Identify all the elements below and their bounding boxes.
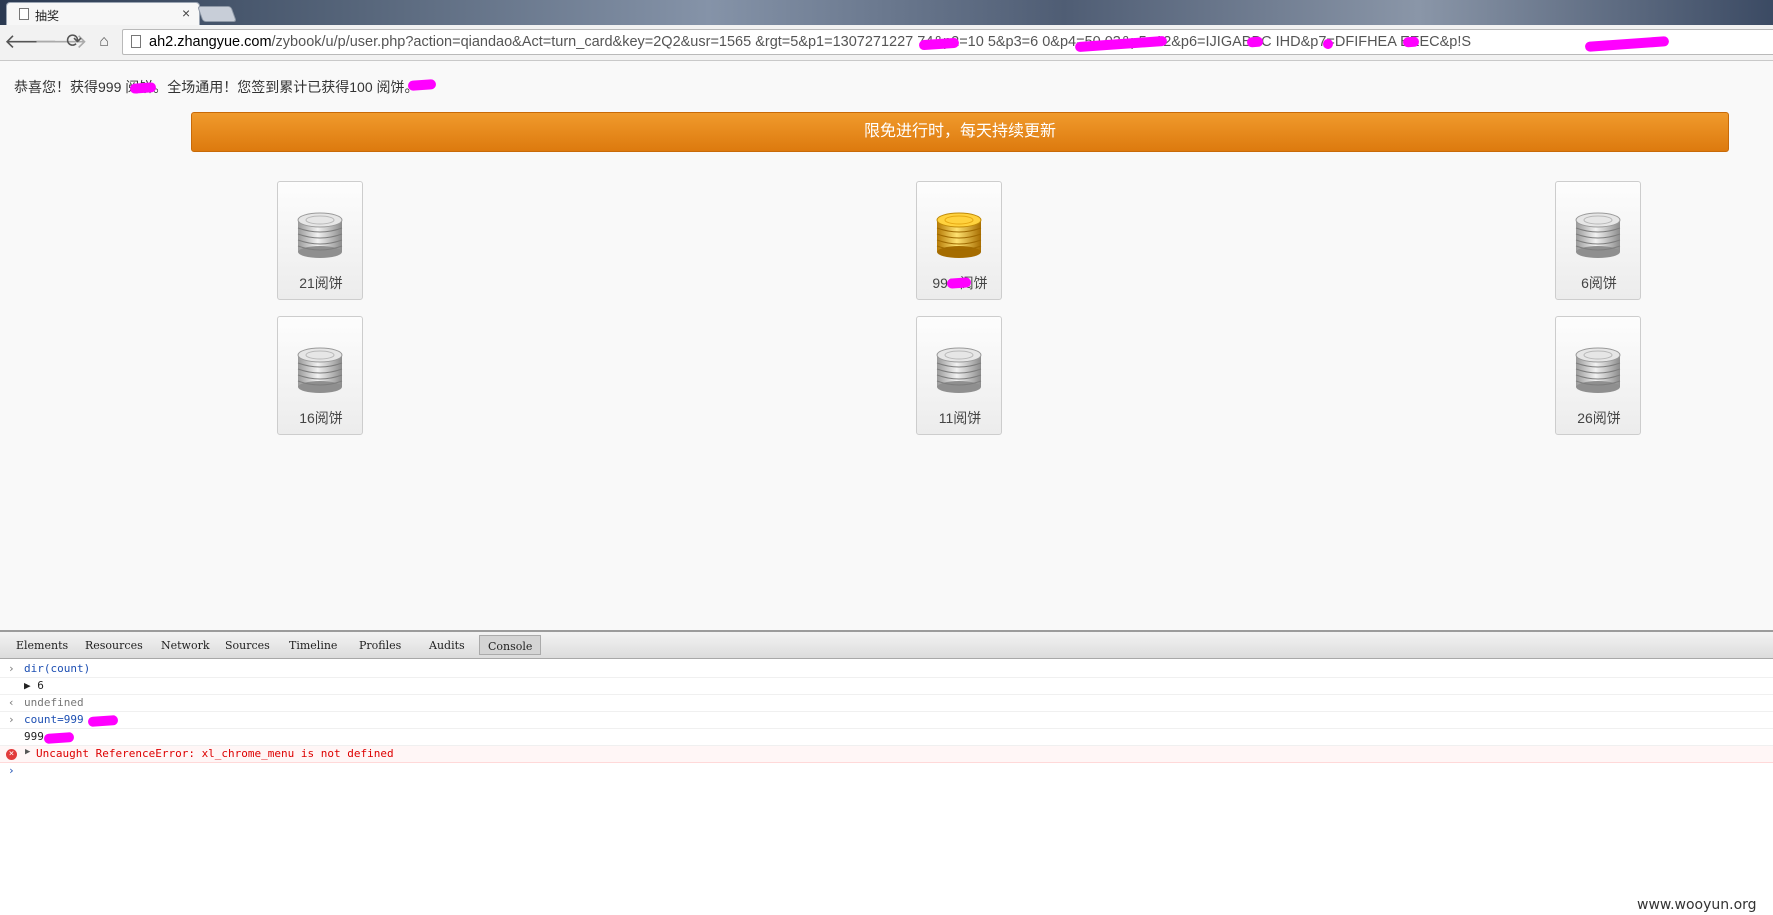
silver-coin-stack-icon [296, 210, 344, 260]
url-path: /zybook/u/p/user.php?action=qiandao&Act=… [271, 34, 1472, 50]
card-label: 26阅饼 [1577, 410, 1621, 426]
redaction-mark [1246, 36, 1264, 48]
console-error-line[interactable]: × ▶ Uncaught ReferenceError: xl_chrome_m… [0, 746, 1773, 763]
reward-card[interactable]: 26阅饼 [1555, 316, 1641, 435]
console-line: ‹ undefined [0, 695, 1773, 712]
url-host: ah2.zhangyue.com [149, 34, 272, 50]
reward-card[interactable]: 21阅饼 [277, 181, 363, 300]
console-text: count=999 [24, 713, 84, 726]
browser-tab[interactable]: 抽奖 × [6, 2, 200, 25]
tab-network[interactable]: Network [161, 639, 210, 652]
result-chevron: ‹ [8, 696, 15, 709]
console-text: undefined [24, 696, 84, 709]
tab-profiles[interactable]: Profiles [359, 639, 401, 652]
silver-coin-stack-icon [1574, 210, 1622, 260]
tab-timeline[interactable]: Timeline [289, 639, 337, 652]
redaction-mark [129, 82, 157, 94]
reward-message: 恭喜您！获得999 阅饼。全场通用！您签到累计已获得100 阅饼。 [14, 79, 419, 95]
tab-console[interactable]: Console [479, 635, 542, 655]
error-icon: × [6, 749, 17, 760]
home-icon[interactable]: ⌂ [92, 30, 116, 54]
page-content: 恭喜您！获得999 阅饼。全场通用！您签到累计已获得100 阅饼。 限免进行时，… [0, 61, 1773, 630]
url-text: ah2.zhangyue.com/zybook/u/p/user.php?act… [149, 34, 1471, 50]
silver-coin-stack-icon [296, 345, 344, 395]
forward-arrow-icon[interactable]: 🡒 [34, 30, 88, 54]
devtools-panel: Elements Resources Network Sources Timel… [0, 630, 1773, 915]
reward-card[interactable]: 999 阅饼 [916, 181, 1002, 300]
redaction-mark [1584, 36, 1670, 52]
gold-coin-stack-icon [935, 210, 983, 260]
console-line[interactable]: ▶ 6 [0, 678, 1773, 695]
expand-arrow-icon[interactable]: ▶ [25, 747, 30, 757]
silver-coin-stack-icon [935, 345, 983, 395]
card-label: 6阅饼 [1581, 275, 1617, 291]
devtools-tab-bar: Elements Resources Network Sources Timel… [0, 632, 1773, 659]
browser-tab-strip: 抽奖 × [0, 0, 1773, 25]
watermark: www.wooyun.org [1637, 897, 1757, 913]
console-text: 999 [24, 730, 44, 743]
console-text: dir(count) [24, 662, 91, 675]
reward-card[interactable]: 16阅饼 [277, 316, 363, 435]
browser-toolbar: 🡐 🡒 ⟳ ⌂ ah2.zhangyue.com/zybook/u/p/user… [0, 25, 1773, 61]
page-icon [131, 35, 141, 48]
console-text: ▶ 6 [24, 679, 44, 692]
tab-audits[interactable]: Audits [429, 639, 465, 652]
tab-elements[interactable]: Elements [16, 639, 68, 652]
address-bar[interactable]: ah2.zhangyue.com/zybook/u/p/user.php?act… [122, 29, 1773, 55]
redaction-mark [1402, 36, 1420, 48]
redaction-mark [43, 731, 75, 745]
prompt-chevron: › [8, 713, 15, 726]
console-line: › dir(count) [0, 661, 1773, 678]
silver-coin-stack-icon [1574, 345, 1622, 395]
promo-banner[interactable]: 限免进行时，每天持续更新 [191, 112, 1729, 152]
reward-card[interactable]: 6阅饼 [1555, 181, 1641, 300]
console-error-text: Uncaught ReferenceError: xl_chrome_menu … [36, 747, 394, 760]
page-icon [19, 8, 29, 20]
prompt-chevron: › [8, 662, 15, 675]
card-label: 21阅饼 [299, 275, 343, 291]
redaction-mark [407, 79, 437, 91]
tab-resources[interactable]: Resources [85, 639, 143, 652]
redaction-mark [946, 277, 972, 289]
tab-sources[interactable]: Sources [225, 639, 270, 652]
back-arrow-icon[interactable]: 🡐 [4, 30, 58, 54]
card-label: 16阅饼 [299, 410, 343, 426]
console-line: › count=999 [0, 712, 1773, 729]
prompt-chevron: › [8, 764, 15, 777]
new-tab-button[interactable] [197, 6, 237, 22]
tab-title: 抽奖 [35, 9, 60, 23]
reward-card[interactable]: 11阅饼 [916, 316, 1002, 435]
reload-icon[interactable]: ⟳ [62, 30, 86, 54]
card-label: 11阅饼 [938, 410, 982, 426]
console-line: 999 [0, 729, 1773, 746]
console-input[interactable]: › [0, 763, 1773, 780]
tab-close-icon[interactable]: × [182, 5, 190, 21]
redaction-mark [87, 714, 119, 728]
